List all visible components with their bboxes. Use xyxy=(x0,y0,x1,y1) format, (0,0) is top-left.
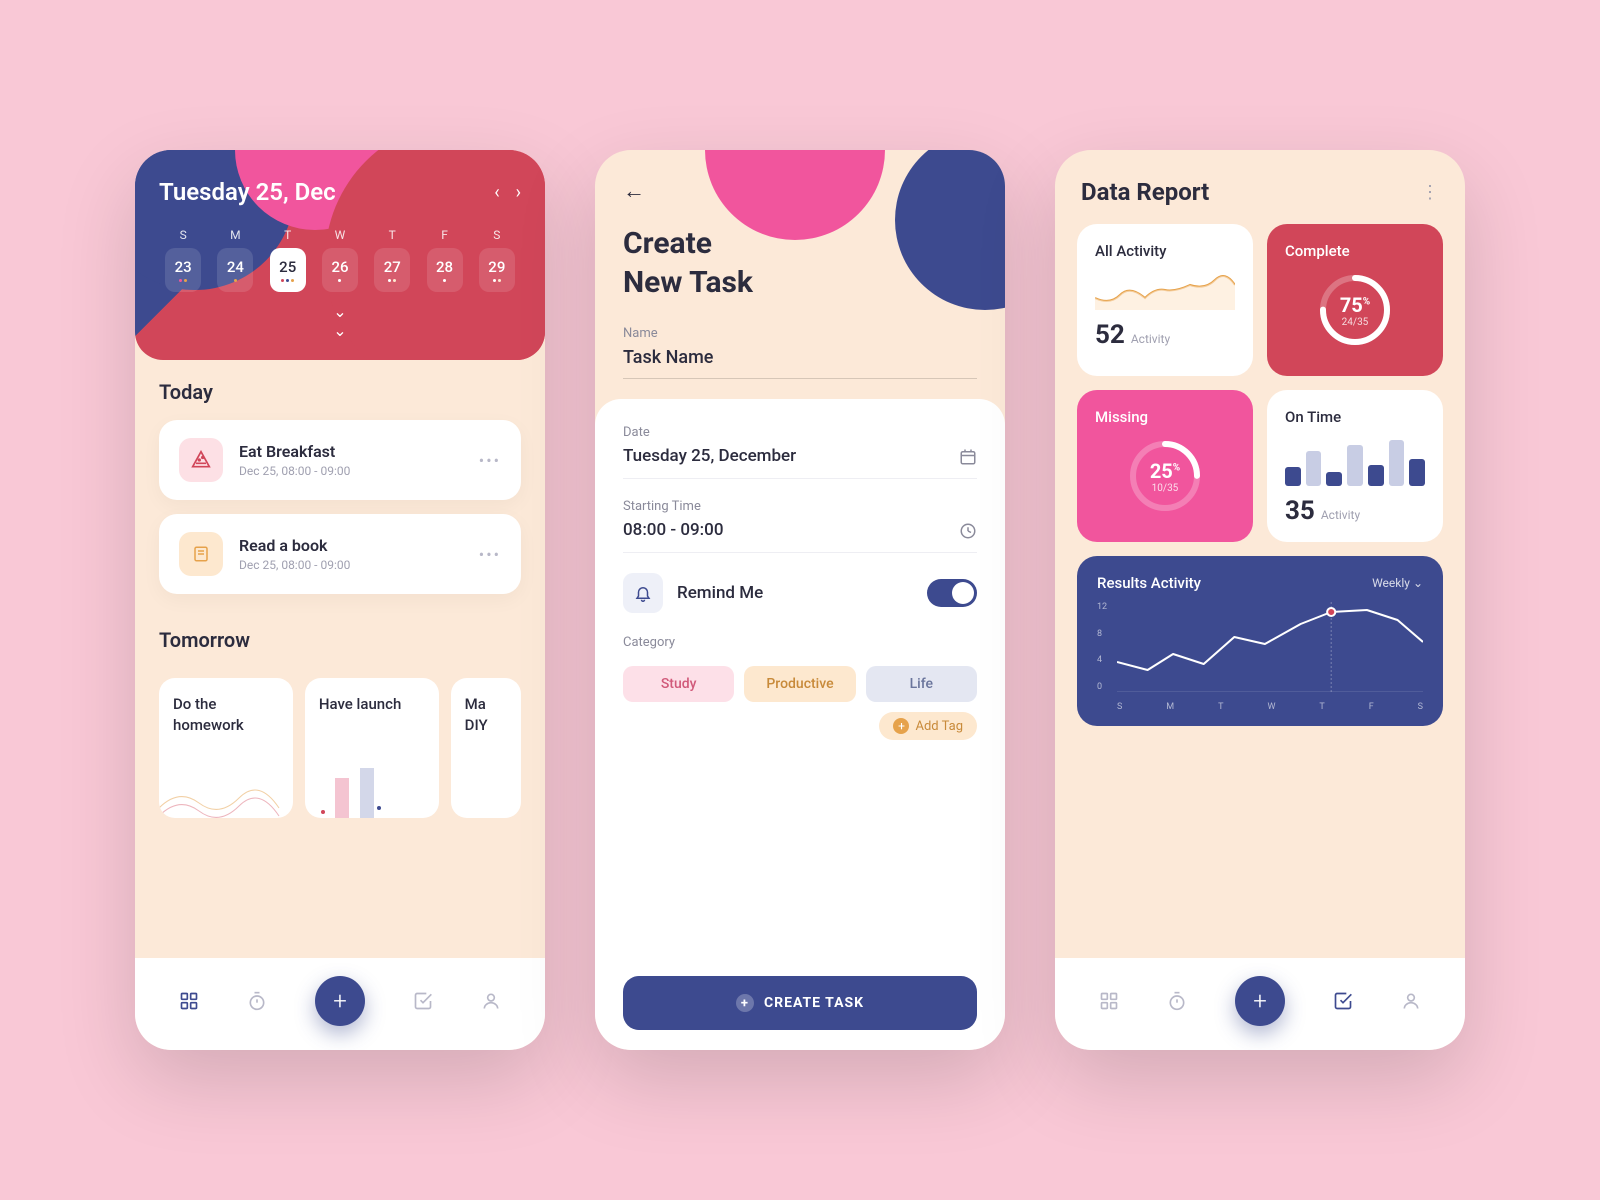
task-time: Dec 25, 08:00 - 09:00 xyxy=(239,464,463,478)
time-field[interactable]: Starting Time 08:00 - 09:00 xyxy=(623,499,977,553)
calendar-header: Tuesday 25, Dec ‹ › S23 M24 T25 W26 T27 … xyxy=(135,150,545,360)
nav-check-icon[interactable] xyxy=(1333,991,1353,1011)
nav-profile-icon[interactable] xyxy=(1401,991,1421,1011)
more-vertical-icon[interactable]: ⋮ xyxy=(1421,182,1439,203)
category-productive[interactable]: Productive xyxy=(744,666,855,702)
bar-chart xyxy=(1285,436,1425,486)
day-28[interactable]: 28 xyxy=(427,248,463,292)
task-name: Eat Breakfast xyxy=(239,442,463,461)
bell-icon xyxy=(623,573,663,613)
task-card-breakfast[interactable]: Eat Breakfast Dec 25, 08:00 - 09:00 ••• xyxy=(159,420,521,500)
more-icon[interactable]: ••• xyxy=(479,451,501,470)
tomorrow-card-diy[interactable]: Ma DIY xyxy=(451,678,521,818)
name-field[interactable]: Name Task Name xyxy=(623,326,977,379)
today-heading: Today xyxy=(159,380,521,404)
card-complete[interactable]: Complete 75% 24/35 xyxy=(1267,224,1443,376)
page-title: Data Report xyxy=(1081,178,1209,206)
clock-icon xyxy=(959,522,977,540)
nav-grid-icon[interactable] xyxy=(179,991,199,1011)
results-title: Results Activity xyxy=(1097,574,1201,592)
prev-month-icon[interactable]: ‹ xyxy=(494,182,499,203)
category-life[interactable]: Life xyxy=(866,666,977,702)
screen-create-task: ← CreateNew Task Name Task Name Date Tue… xyxy=(595,150,1005,1050)
tomorrow-card-homework[interactable]: Do the homework xyxy=(159,678,293,818)
expand-calendar-icon[interactable]: ⌄⌄ xyxy=(159,302,521,340)
pizza-slice-icon xyxy=(179,438,223,482)
day-27[interactable]: 27 xyxy=(374,248,410,292)
bottom-nav: + xyxy=(1055,958,1465,1050)
nav-profile-icon[interactable] xyxy=(481,991,501,1011)
day-26[interactable]: 26 xyxy=(322,248,358,292)
more-icon[interactable]: ••• xyxy=(479,545,501,564)
day-24[interactable]: 24 xyxy=(217,248,253,292)
date-title: Tuesday 25, Dec xyxy=(159,178,336,206)
category-label: Category xyxy=(623,635,977,650)
remind-label: Remind Me xyxy=(677,583,913,603)
day-29[interactable]: 29 xyxy=(479,248,515,292)
nav-grid-icon[interactable] xyxy=(1099,991,1119,1011)
date-field[interactable]: Date Tuesday 25, December xyxy=(623,425,977,479)
progress-ring: 25% 10/35 xyxy=(1125,436,1205,516)
plus-icon: + xyxy=(893,718,909,734)
day-23[interactable]: 23 xyxy=(165,248,201,292)
nav-timer-icon[interactable] xyxy=(247,991,267,1011)
card-all-activity[interactable]: All Activity 52Activity xyxy=(1077,224,1253,376)
calendar-icon xyxy=(959,448,977,466)
nav-add-button[interactable]: + xyxy=(1235,976,1285,1026)
card-missing[interactable]: Missing 25% 10/35 xyxy=(1077,390,1253,542)
tomorrow-card-launch[interactable]: Have launch xyxy=(305,678,439,818)
remind-toggle[interactable] xyxy=(927,579,977,607)
task-card-read[interactable]: Read a book Dec 25, 08:00 - 09:00 ••• xyxy=(159,514,521,594)
card-on-time[interactable]: On Time 35Activity xyxy=(1267,390,1443,542)
task-time: Dec 25, 08:00 - 09:00 xyxy=(239,558,463,572)
bottom-nav: + xyxy=(135,958,545,1050)
next-month-icon[interactable]: › xyxy=(516,182,521,203)
category-study[interactable]: Study xyxy=(623,666,734,702)
create-task-button[interactable]: + CREATE TASK xyxy=(623,976,977,1030)
back-arrow-icon[interactable]: ← xyxy=(623,178,977,204)
tomorrow-heading: Tomorrow xyxy=(159,628,521,652)
results-activity-card: Results Activity Weekly ⌄ 12 8 4 0 S M xyxy=(1077,556,1443,726)
nav-add-button[interactable]: + xyxy=(315,976,365,1026)
screen-data-report: Data Report ⋮ All Activity 52Activity Co… xyxy=(1055,150,1465,1050)
period-dropdown[interactable]: Weekly ⌄ xyxy=(1372,576,1423,590)
add-tag-button[interactable]: + Add Tag xyxy=(879,712,977,740)
day-25-selected[interactable]: 25 xyxy=(270,248,306,292)
page-title: CreateNew Task xyxy=(623,224,977,302)
week-strip: S23 M24 T25 W26 T27 F28 S29 xyxy=(159,228,521,292)
results-line-chart: 12 8 4 0 S M T W T F S xyxy=(1097,602,1423,712)
task-name: Read a book xyxy=(239,536,463,555)
progress-ring: 75% 24/35 xyxy=(1315,270,1395,350)
screen-calendar: Tuesday 25, Dec ‹ › S23 M24 T25 W26 T27 … xyxy=(135,150,545,1050)
plus-icon: + xyxy=(736,994,754,1012)
nav-check-icon[interactable] xyxy=(413,991,433,1011)
book-icon xyxy=(179,532,223,576)
sparkline-chart xyxy=(1095,270,1235,310)
nav-timer-icon[interactable] xyxy=(1167,991,1187,1011)
